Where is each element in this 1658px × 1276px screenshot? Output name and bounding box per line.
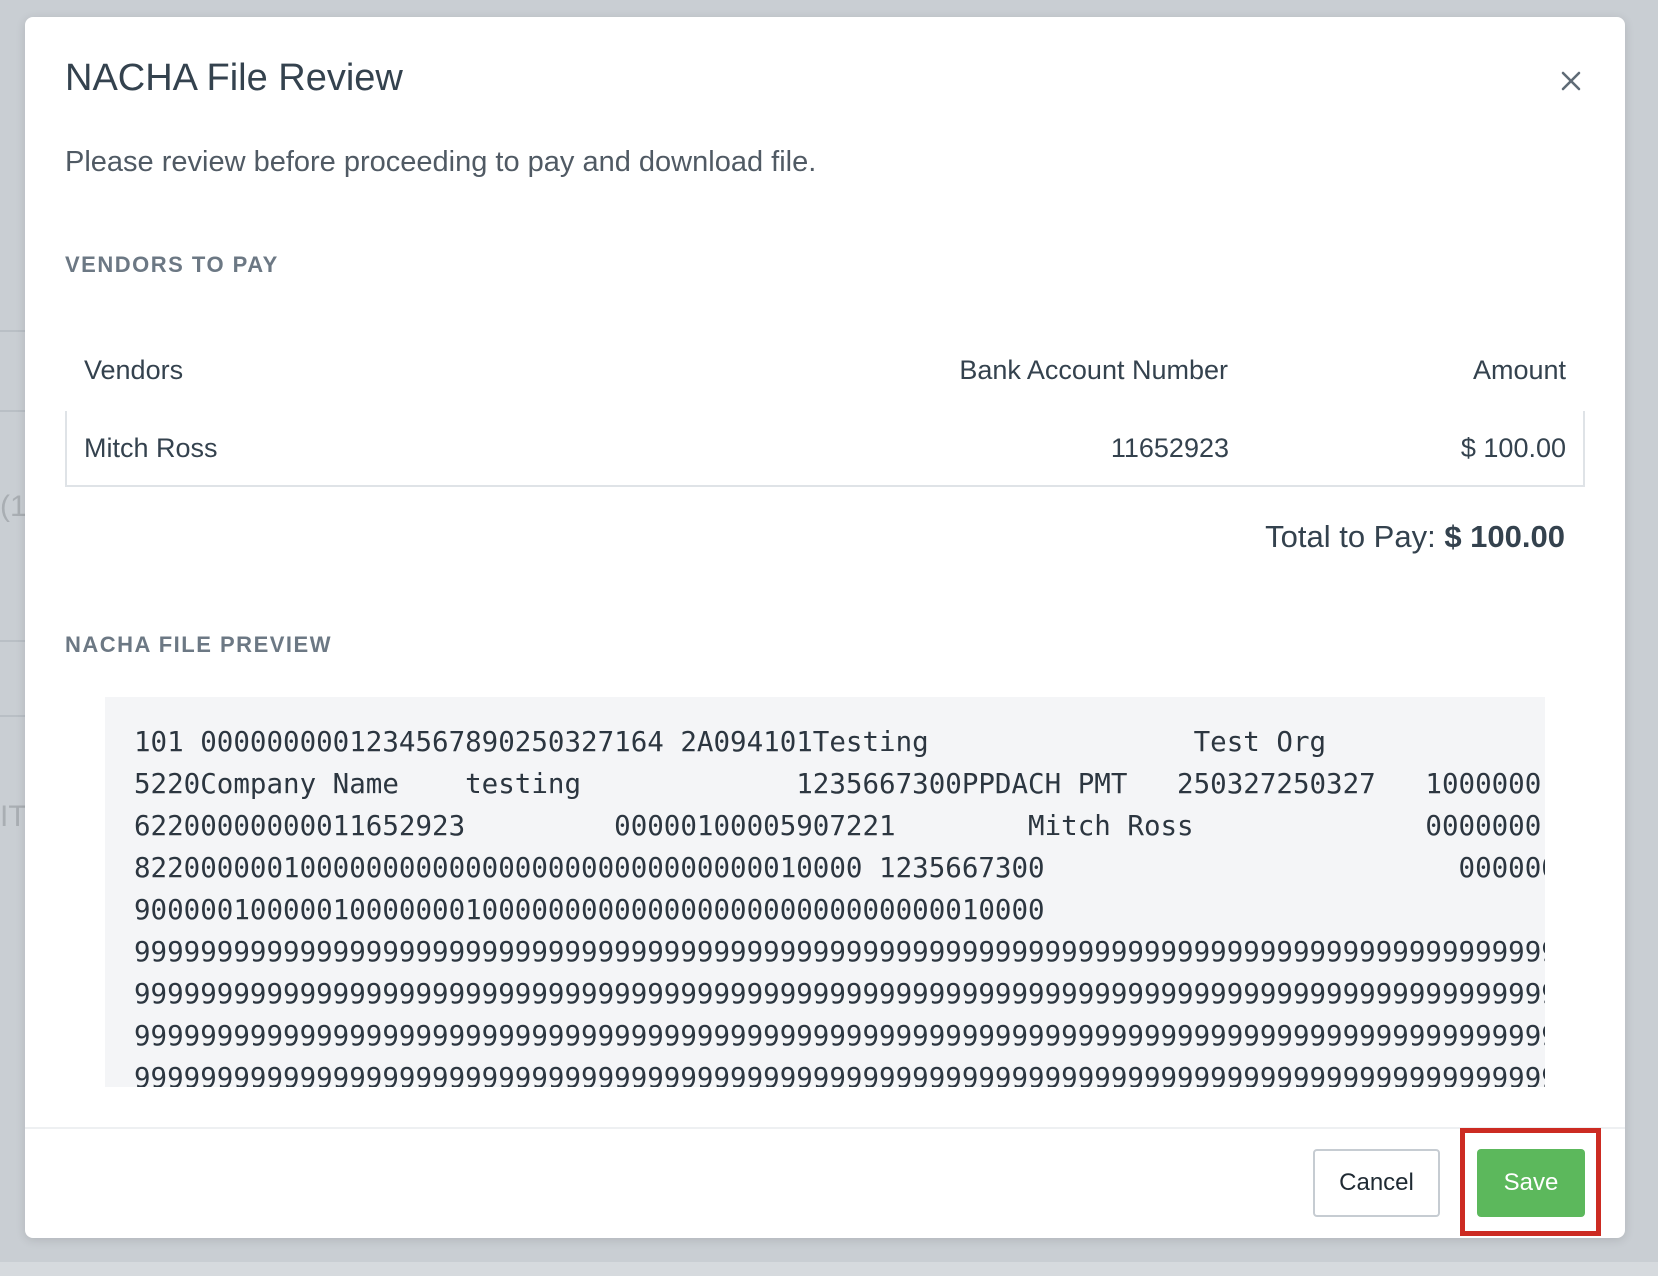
nacha-line: 9999999999999999999999999999999999999999… — [134, 1020, 1545, 1052]
cancel-button[interactable]: Cancel — [1313, 1149, 1440, 1217]
table-row: Mitch Ross 11652923 $ 100.00 — [65, 409, 1585, 487]
vendors-table: Vendors Bank Account Number Amount Mitch… — [65, 329, 1585, 487]
modal-title: NACHA File Review — [65, 57, 403, 99]
nacha-review-modal: NACHA File Review Please review before p… — [25, 17, 1625, 1238]
nacha-line: 9999999999999999999999999999999999999999… — [134, 936, 1545, 968]
background-divider — [0, 640, 26, 642]
vendor-name-cell: Mitch Ross — [65, 409, 826, 487]
total-amount: $ 100.00 — [1444, 519, 1565, 554]
nacha-line: 101 0000000001234567890250327164 2A09410… — [134, 726, 1327, 758]
table-header-row: Vendors Bank Account Number Amount — [66, 330, 1584, 410]
nacha-line: 5220Company Name testing 1235667300PPDAC… — [134, 768, 1542, 800]
nacha-line: 62200000000011652923 00000100005907221 M… — [134, 810, 1542, 842]
footer-divider — [25, 1127, 1625, 1129]
total-to-pay: Total to Pay: $ 100.00 — [1265, 519, 1565, 555]
background-divider — [0, 410, 26, 412]
nacha-line: 9000001000001000000010000000000000000000… — [134, 894, 1045, 926]
total-label: Total to Pay: — [1265, 519, 1436, 554]
background-divider — [0, 330, 26, 332]
amount-cell: $ 100.00 — [1246, 409, 1585, 487]
nacha-line: 9999999999999999999999999999999999999999… — [134, 1062, 1545, 1087]
background-divider — [0, 715, 26, 717]
nacha-preview-heading: NACHA FILE PREVIEW — [65, 632, 332, 657]
nacha-line: 9999999999999999999999999999999999999999… — [134, 978, 1545, 1010]
save-button[interactable]: Save — [1477, 1149, 1585, 1217]
bank-account-cell: 11652923 — [826, 409, 1246, 487]
vendors-section-heading: VENDORS TO PAY — [65, 252, 279, 277]
nacha-file-preview[interactable]: 101 0000000001234567890250327164 2A09410… — [105, 697, 1545, 1087]
column-header-vendors: Vendors — [84, 354, 184, 385]
column-header-bank-account: Bank Account Number — [959, 354, 1228, 385]
background-text-fragment: IT — [0, 800, 27, 833]
close-icon[interactable] — [1557, 67, 1585, 95]
column-header-amount: Amount — [1472, 354, 1566, 385]
modal-intro-text: Please review before proceeding to pay a… — [65, 146, 817, 178]
background-bottom-strip — [0, 1262, 1658, 1276]
nacha-line: 8220000001000000000000000000000000000001… — [134, 852, 1545, 884]
